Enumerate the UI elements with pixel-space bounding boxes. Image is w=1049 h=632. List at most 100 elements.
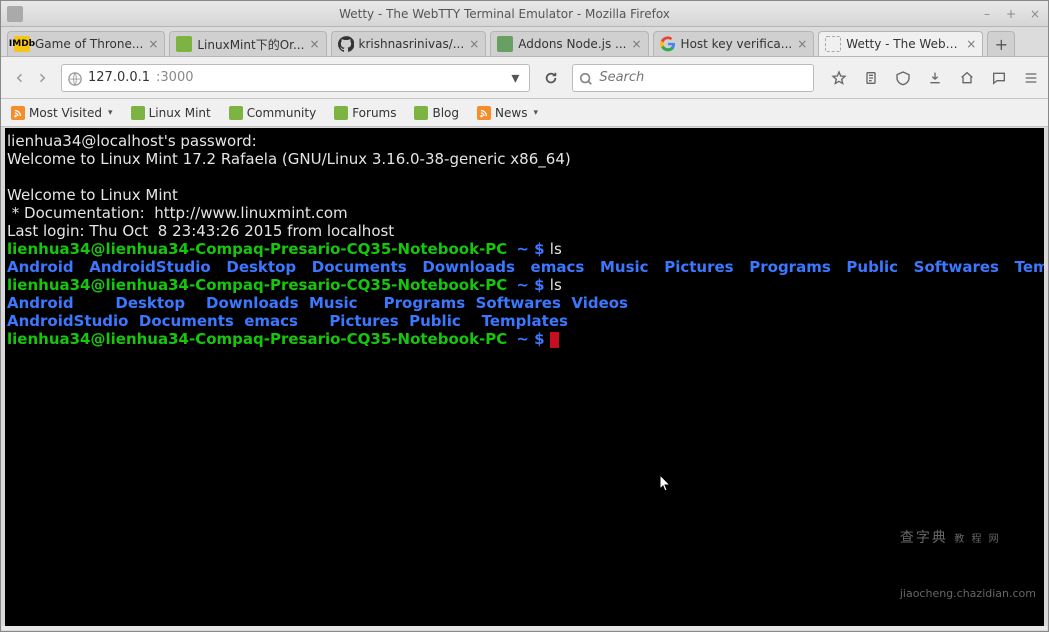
mint-icon bbox=[131, 106, 145, 120]
bookmarks-toolbar: Most Visited ▾ Linux Mint Community Foru… bbox=[1, 99, 1048, 127]
home-icon[interactable] bbox=[958, 69, 976, 87]
tab-label: Wetty - The WebTTY ... bbox=[846, 37, 961, 51]
term-prompt-userhost: lienhua34@lienhua34-Compaq-Presario-CQ35… bbox=[7, 240, 507, 258]
tab-label: krishnasrinivas/... bbox=[359, 37, 465, 51]
tab-item-active[interactable]: Wetty - The WebTTY ... × bbox=[818, 31, 983, 56]
term-line: lienhua34@localhost's password: bbox=[7, 132, 257, 150]
node-favicon bbox=[497, 36, 513, 52]
tab-close-icon[interactable]: × bbox=[797, 37, 807, 51]
term-ls-output: Android Desktop Downloads Music Programs… bbox=[7, 294, 628, 312]
tab-item[interactable]: Host key verifica... × bbox=[653, 31, 815, 56]
tab-close-icon[interactable]: × bbox=[309, 37, 319, 51]
url-host: 127.0.0.1 bbox=[88, 70, 150, 85]
window-title: Wetty - The WebTTY Terminal Emulator - M… bbox=[29, 7, 980, 21]
toolbar-right bbox=[830, 69, 1040, 87]
window-titlebar: Wetty - The WebTTY Terminal Emulator - M… bbox=[1, 1, 1048, 27]
window-frame-bottom bbox=[2, 626, 1047, 630]
tab-close-icon[interactable]: × bbox=[469, 37, 479, 51]
pocket-icon[interactable] bbox=[894, 69, 912, 87]
search-icon bbox=[579, 71, 593, 85]
watermark-url: jiaocheng.chazidian.com bbox=[900, 585, 1036, 603]
downloads-icon[interactable] bbox=[926, 69, 944, 87]
bookmark-label: Community bbox=[247, 106, 316, 120]
tab-label: Addons Node.js ... bbox=[518, 37, 626, 51]
terminal-cursor bbox=[550, 332, 559, 348]
url-bar[interactable]: 127.0.0.1 :3000 ▾ bbox=[61, 64, 530, 92]
bookmark-label: Linux Mint bbox=[149, 106, 211, 120]
rss-icon bbox=[477, 106, 491, 120]
close-button[interactable]: × bbox=[1028, 7, 1042, 21]
term-ls-output: Android AndroidStudio Desktop Documents … bbox=[7, 258, 1044, 276]
minimize-button[interactable]: – bbox=[980, 7, 994, 21]
blank-favicon bbox=[825, 36, 841, 52]
tab-item[interactable]: LinuxMint下的Or... × bbox=[169, 31, 326, 56]
tab-item[interactable]: IMDb Game of Throne... × bbox=[7, 31, 165, 56]
term-line: Last login: Thu Oct 8 23:43:26 2015 from… bbox=[7, 222, 394, 240]
window-controls: – + × bbox=[980, 7, 1042, 21]
term-command: ls bbox=[550, 276, 562, 294]
rss-icon bbox=[11, 106, 25, 120]
term-prompt-path: ~ bbox=[516, 276, 529, 294]
nav-arrows bbox=[9, 67, 53, 89]
bookmark-star-icon[interactable] bbox=[830, 69, 848, 87]
search-bar[interactable] bbox=[572, 64, 814, 92]
reload-button[interactable] bbox=[540, 67, 562, 89]
maximize-button[interactable]: + bbox=[1004, 7, 1018, 21]
term-command: ls bbox=[550, 240, 562, 258]
tab-close-icon[interactable]: × bbox=[148, 37, 158, 51]
chevron-down-icon: ▾ bbox=[533, 108, 538, 118]
tab-label: LinuxMint下的Or... bbox=[197, 36, 304, 53]
bookmark-most-visited[interactable]: Most Visited ▾ bbox=[11, 106, 113, 120]
tab-label: Game of Throne... bbox=[35, 37, 143, 51]
window-app-icon bbox=[7, 6, 23, 22]
bookmark-linux-mint[interactable]: Linux Mint bbox=[131, 106, 211, 120]
bookmark-forums[interactable]: Forums bbox=[334, 106, 396, 120]
term-line: * Documentation: http://www.linuxmint.co… bbox=[7, 204, 348, 222]
imdb-favicon: IMDb bbox=[14, 36, 30, 52]
nav-toolbar: 127.0.0.1 :3000 ▾ bbox=[1, 57, 1048, 99]
menu-icon[interactable] bbox=[1022, 69, 1040, 87]
watermark-big: 查字典 教 程 网 bbox=[900, 529, 1036, 549]
term-line: Welcome to Linux Mint bbox=[7, 186, 178, 204]
term-prompt-sep: $ bbox=[529, 240, 550, 258]
chevron-down-icon: ▾ bbox=[108, 108, 113, 118]
mint-favicon bbox=[176, 36, 192, 52]
watermark: 查字典 教 程 网 jiaocheng.chazidian.com bbox=[900, 493, 1036, 621]
term-prompt-path: ~ bbox=[516, 240, 529, 258]
term-prompt-sep: $ bbox=[529, 330, 550, 348]
bookmark-community[interactable]: Community bbox=[229, 106, 316, 120]
term-prompt-userhost: lienhua34@lienhua34-Compaq-Presario-CQ35… bbox=[7, 330, 507, 348]
bookmark-label: Blog bbox=[432, 106, 459, 120]
term-prompt-path: ~ bbox=[516, 330, 529, 348]
back-button[interactable] bbox=[9, 67, 31, 89]
mint-icon bbox=[334, 106, 348, 120]
reader-icon[interactable] bbox=[862, 69, 880, 87]
forward-button[interactable] bbox=[31, 67, 53, 89]
tab-close-icon[interactable]: × bbox=[966, 37, 976, 51]
term-line: Welcome to Linux Mint 17.2 Rafaela (GNU/… bbox=[7, 150, 571, 168]
tab-item[interactable]: krishnasrinivas/... × bbox=[331, 31, 487, 56]
bookmark-news[interactable]: News ▾ bbox=[477, 106, 538, 120]
chat-icon[interactable] bbox=[990, 69, 1008, 87]
term-ls-output: AndroidStudio Documents emacs Pictures P… bbox=[7, 312, 568, 330]
tab-close-icon[interactable]: × bbox=[631, 37, 641, 51]
tab-label: Host key verifica... bbox=[681, 37, 793, 51]
google-favicon bbox=[660, 36, 676, 52]
site-identity-icon[interactable] bbox=[68, 71, 82, 85]
browser-tabstrip: IMDb Game of Throne... × LinuxMint下的Or..… bbox=[1, 27, 1048, 57]
mint-icon bbox=[229, 106, 243, 120]
search-input[interactable] bbox=[599, 70, 807, 85]
term-prompt-userhost: lienhua34@lienhua34-Compaq-Presario-CQ35… bbox=[7, 276, 507, 294]
new-tab-button[interactable]: + bbox=[987, 31, 1015, 56]
bookmark-label: Most Visited bbox=[29, 106, 102, 120]
url-port: :3000 bbox=[156, 70, 193, 85]
terminal-output[interactable]: lienhua34@localhost's password: Welcome … bbox=[5, 128, 1044, 627]
url-dropdown-icon[interactable]: ▾ bbox=[511, 68, 523, 87]
github-favicon bbox=[338, 36, 354, 52]
bookmark-label: News bbox=[495, 106, 527, 120]
tab-item[interactable]: Addons Node.js ... × bbox=[490, 31, 648, 56]
bookmark-label: Forums bbox=[352, 106, 396, 120]
term-prompt-sep: $ bbox=[529, 276, 550, 294]
bookmark-blog[interactable]: Blog bbox=[414, 106, 459, 120]
mint-icon bbox=[414, 106, 428, 120]
